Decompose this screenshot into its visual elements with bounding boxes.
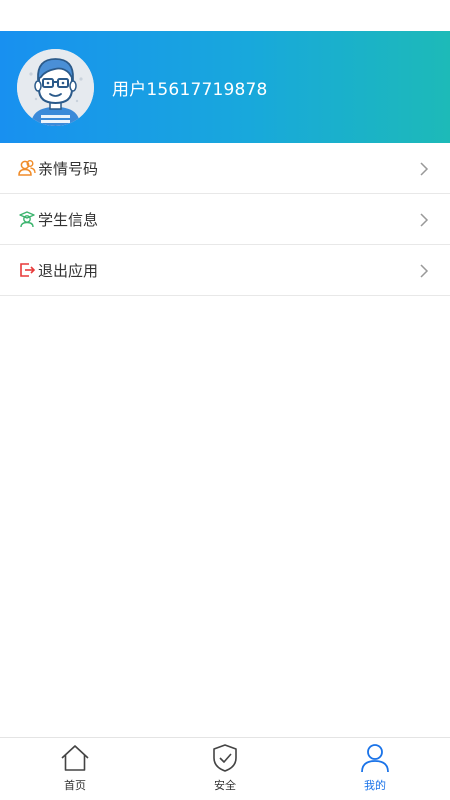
family-contacts-icon	[18, 159, 36, 177]
bottom-tab-bar: 首页 安全 我的	[0, 737, 450, 800]
chevron-right-icon	[418, 212, 430, 227]
profile-header: 用户15617719878	[0, 31, 450, 143]
avatar[interactable]	[17, 48, 94, 126]
menu-item-student-info[interactable]: 学生信息	[0, 194, 450, 245]
chevron-right-icon	[418, 161, 430, 176]
menu-item-label: 退出应用	[38, 261, 99, 280]
tab-profile[interactable]: 我的	[300, 738, 450, 800]
chevron-right-icon	[418, 263, 430, 278]
user-icon	[361, 744, 389, 773]
menu-item-logout[interactable]: 退出应用	[0, 245, 450, 296]
student-icon	[18, 210, 36, 228]
tab-label: 首页	[64, 779, 86, 792]
status-bar	[0, 0, 450, 31]
tab-label: 我的	[364, 779, 386, 792]
menu-item-label: 亲情号码	[38, 159, 99, 178]
tab-home[interactable]: 首页	[0, 738, 150, 800]
shield-icon	[213, 744, 237, 772]
tab-security[interactable]: 安全	[150, 738, 300, 800]
home-icon	[61, 745, 89, 771]
logout-icon	[18, 261, 36, 279]
menu-item-label: 学生信息	[38, 210, 99, 229]
menu-item-family-contacts[interactable]: 亲情号码	[0, 143, 450, 194]
username: 用户15617719878	[112, 79, 268, 100]
settings-menu: 亲情号码 学生信息 退出应用	[0, 143, 450, 296]
tab-label: 安全	[214, 779, 236, 792]
avatar-illustration-icon	[17, 48, 94, 126]
